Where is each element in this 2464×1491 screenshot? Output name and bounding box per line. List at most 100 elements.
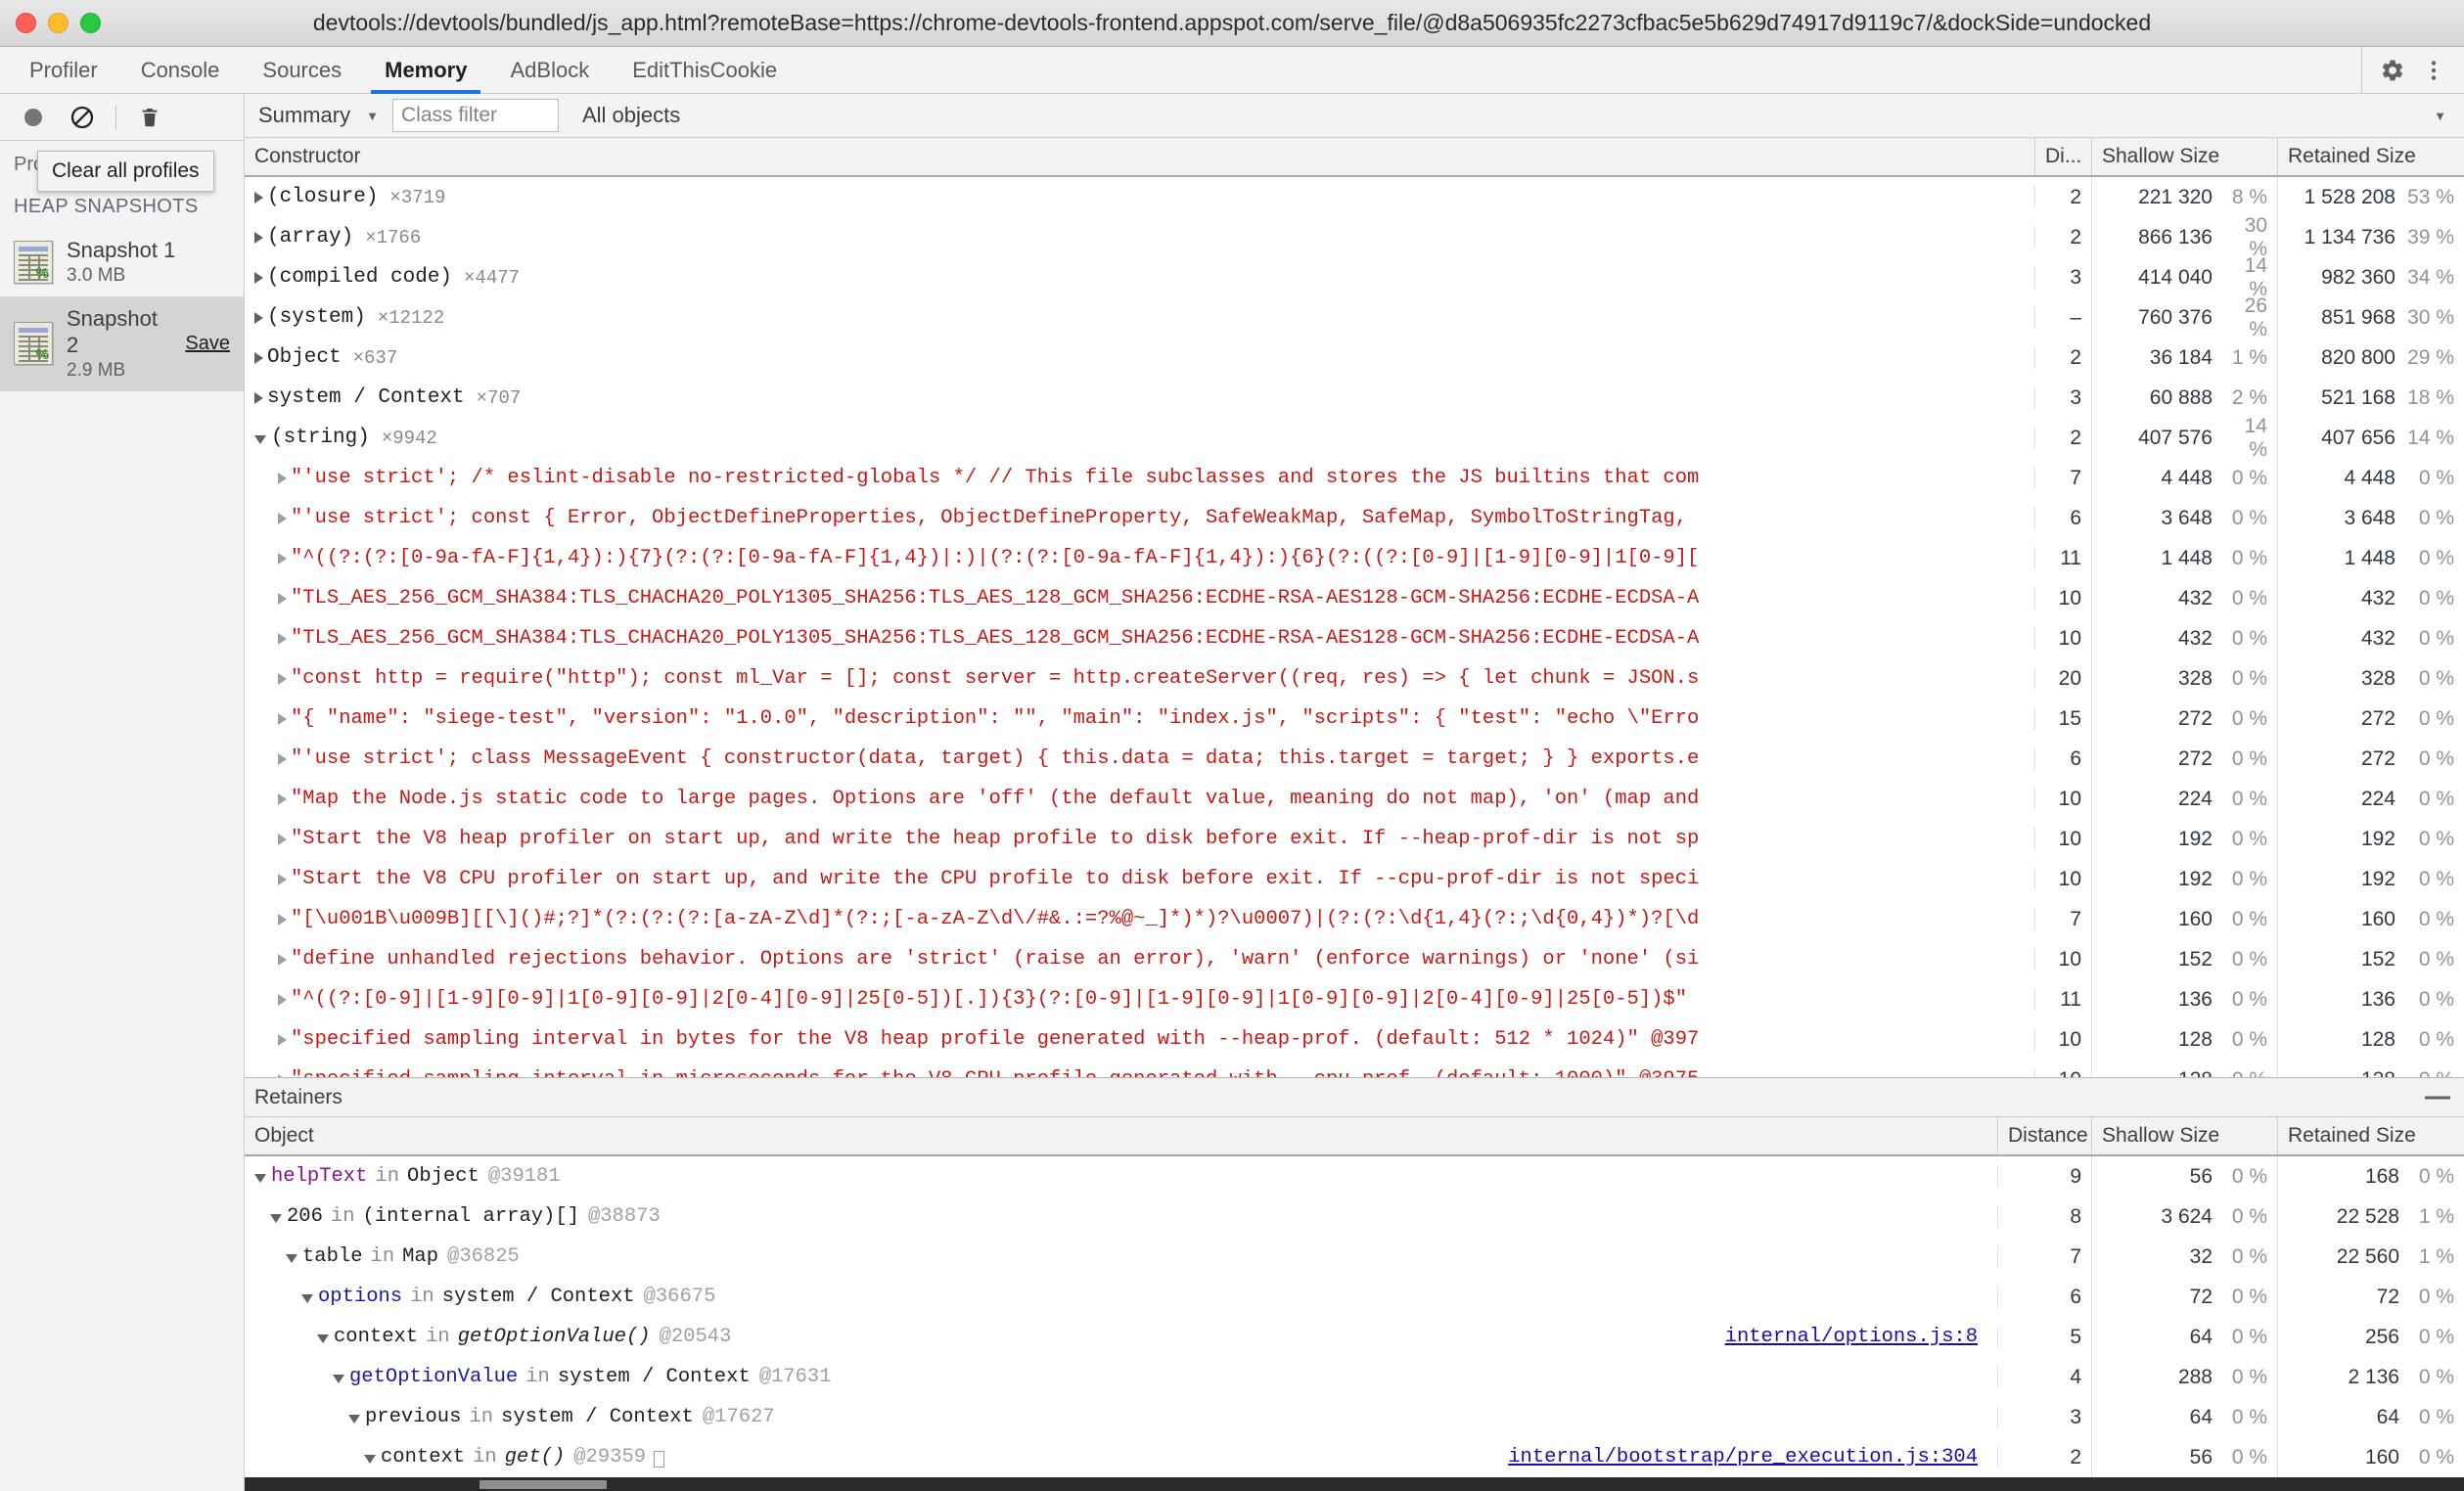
distance: 20 <box>2035 658 2092 699</box>
column-header-retained-size[interactable]: Retained Size <box>2278 138 2464 175</box>
column-header-retained-size[interactable]: Retained Size <box>2278 1117 2464 1154</box>
shallow-size-value: 432 <box>2178 627 2213 651</box>
tab-memory[interactable]: Memory <box>363 47 488 93</box>
triangle-down-icon[interactable] <box>333 1375 344 1383</box>
triangle-down-icon[interactable] <box>317 1334 329 1343</box>
table-row[interactable]: (compiled code)×44773414 04014 %982 3603… <box>245 257 2464 297</box>
column-header-distance[interactable]: Di... <box>2035 138 2092 175</box>
table-row[interactable]: (string)×99422407 57614 %407 65614 % <box>245 418 2464 458</box>
triangle-right-icon[interactable] <box>254 192 263 203</box>
table-row[interactable]: Object×637236 1841 %820 80029 % <box>245 338 2464 378</box>
tab-profiler[interactable]: Profiler <box>8 47 119 93</box>
no-entry-icon[interactable] <box>67 102 98 133</box>
triangle-right-icon[interactable] <box>278 874 287 885</box>
triangle-right-icon[interactable] <box>278 1034 287 1046</box>
table-row[interactable]: (closure)×37192221 3208 %1 528 20853 % <box>245 177 2464 217</box>
table-row[interactable]: "'use strict'; class MessageEvent { cons… <box>245 739 2464 779</box>
triangle-right-icon[interactable] <box>254 232 263 244</box>
table-row[interactable]: "'use strict'; /* eslint-disable no-rest… <box>245 458 2464 498</box>
triangle-right-icon[interactable] <box>278 593 287 605</box>
triangle-right-icon[interactable] <box>278 914 287 926</box>
table-row[interactable]: "TLS_AES_256_GCM_SHA384:TLS_CHACHA20_POL… <box>245 578 2464 618</box>
gear-icon[interactable] <box>2376 54 2409 87</box>
table-row[interactable]: "{ "name": "siege-test", "version": "1.0… <box>245 699 2464 739</box>
table-row[interactable]: getOptionValueinsystem / Context@1763142… <box>245 1357 2464 1397</box>
triangle-right-icon[interactable] <box>278 473 287 484</box>
table-row[interactable]: optionsinsystem / Context@366756720 %720… <box>245 1277 2464 1317</box>
table-row[interactable]: system / Context×707360 8882 %521 16818 … <box>245 378 2464 418</box>
trash-icon[interactable] <box>134 102 165 133</box>
triangle-right-icon[interactable] <box>278 633 287 645</box>
retained-size: 640 % <box>2278 1397 2464 1437</box>
record-circle-icon[interactable] <box>18 102 49 133</box>
triangle-right-icon[interactable] <box>254 272 263 284</box>
table-row[interactable]: "specified sampling interval in bytes fo… <box>245 1019 2464 1060</box>
triangle-down-icon[interactable] <box>301 1294 313 1303</box>
triangle-right-icon[interactable] <box>254 312 263 324</box>
scrollbar-thumb[interactable] <box>479 1480 607 1489</box>
snapshot-item[interactable]: %Snapshot 22.9 MBSave <box>0 296 244 391</box>
triangle-right-icon[interactable] <box>278 753 287 765</box>
close-window-button[interactable] <box>16 13 36 33</box>
table-row[interactable]: "^((?:[0-9]|[1-9][0-9]|1[0-9][0-9]|2[0-4… <box>245 979 2464 1019</box>
table-row[interactable]: "TLS_AES_256_GCM_SHA384:TLS_CHACHA20_POL… <box>245 618 2464 658</box>
column-header-object[interactable]: Object <box>245 1117 1998 1154</box>
row-name-cell: "{ "name": "siege-test", "version": "1.0… <box>245 707 2035 730</box>
tab-console[interactable]: Console <box>119 47 242 93</box>
table-row[interactable]: "specified sampling interval in microsec… <box>245 1060 2464 1077</box>
source-location-link[interactable]: internal/bootstrap/pre_execution.js:304 <box>1508 1446 1997 1468</box>
triangle-down-icon[interactable] <box>348 1415 360 1423</box>
column-header-distance[interactable]: Distance <box>1998 1117 2092 1154</box>
maximize-window-button[interactable] <box>80 13 101 33</box>
table-row[interactable]: "Start the V8 heap profiler on start up,… <box>245 819 2464 859</box>
snapshot-item[interactable]: %Snapshot 13.0 MB <box>0 228 244 296</box>
triangle-right-icon[interactable] <box>278 793 287 805</box>
triangle-right-icon[interactable] <box>278 994 287 1006</box>
table-row[interactable]: "'use strict'; const { Error, ObjectDefi… <box>245 498 2464 538</box>
row-name-cell: (array)×1766 <box>245 226 2035 248</box>
table-row[interactable]: (system)×12122–760 37626 %851 96830 % <box>245 297 2464 338</box>
table-row[interactable]: "const http = require("http"); const ml_… <box>245 658 2464 699</box>
table-row[interactable]: (array)×17662866 13630 %1 134 73639 % <box>245 217 2464 257</box>
shallow-size-percent: 0 % <box>2224 1165 2267 1189</box>
column-header-constructor[interactable]: Constructor <box>245 138 2035 175</box>
table-row[interactable]: contextingetOptionValue()@20543internal/… <box>245 1317 2464 1357</box>
save-snapshot-link[interactable]: Save <box>185 333 230 355</box>
collapse-icon[interactable] <box>2425 1096 2450 1099</box>
column-header-shallow-size[interactable]: Shallow Size <box>2092 138 2278 175</box>
table-row[interactable]: helpTextinObject@391819560 %1680 % <box>245 1156 2464 1197</box>
table-row[interactable]: "[\u001B\u009B][[\]()#;?]*(?:(?:(?:[a-zA… <box>245 899 2464 939</box>
triangle-right-icon[interactable] <box>278 513 287 524</box>
horizontal-scrollbar[interactable] <box>245 1477 2464 1491</box>
object-filter-select[interactable]: All objects ▼ <box>559 103 2454 128</box>
triangle-right-icon[interactable] <box>254 352 263 364</box>
table-row[interactable]: contextinget()@29359internal/bootstrap/p… <box>245 1437 2464 1477</box>
class-filter-input[interactable] <box>392 99 559 132</box>
table-row[interactable]: "^((?:(?:[0-9a-fA-F]{1,4}):){7}(?:(?:[0-… <box>245 538 2464 578</box>
table-row[interactable]: previousinsystem / Context@176273640 %64… <box>245 1397 2464 1437</box>
more-vertical-icon[interactable] <box>2417 54 2450 87</box>
triangle-down-icon[interactable] <box>286 1254 297 1263</box>
column-header-shallow-size[interactable]: Shallow Size <box>2092 1117 2278 1154</box>
triangle-right-icon[interactable] <box>278 673 287 685</box>
triangle-right-icon[interactable] <box>254 392 263 404</box>
triangle-down-icon[interactable] <box>270 1214 282 1223</box>
triangle-right-icon[interactable] <box>278 834 287 845</box>
table-row[interactable]: "Map the Node.js static code to large pa… <box>245 779 2464 819</box>
source-location-link[interactable]: internal/options.js:8 <box>1725 1326 1997 1348</box>
table-row[interactable]: "Start the V8 CPU profiler on start up, … <box>245 859 2464 899</box>
triangle-down-icon[interactable] <box>254 1174 266 1183</box>
triangle-right-icon[interactable] <box>278 553 287 565</box>
table-row[interactable]: 206in(internal array)[]@3887383 6240 %22… <box>245 1197 2464 1237</box>
table-row[interactable]: "define unhandled rejections behavior. O… <box>245 939 2464 979</box>
tab-editthiscookie[interactable]: EditThisCookie <box>611 47 799 93</box>
triangle-right-icon[interactable] <box>278 954 287 966</box>
triangle-down-icon[interactable] <box>254 435 266 444</box>
table-row[interactable]: tableinMap@368257320 %22 5601 % <box>245 1237 2464 1277</box>
tab-sources[interactable]: Sources <box>241 47 363 93</box>
minimize-window-button[interactable] <box>48 13 68 33</box>
triangle-down-icon[interactable] <box>364 1455 376 1464</box>
triangle-right-icon[interactable] <box>278 713 287 725</box>
tab-adblock[interactable]: AdBlock <box>488 47 611 93</box>
view-select[interactable]: Summary ▼ <box>258 103 392 128</box>
